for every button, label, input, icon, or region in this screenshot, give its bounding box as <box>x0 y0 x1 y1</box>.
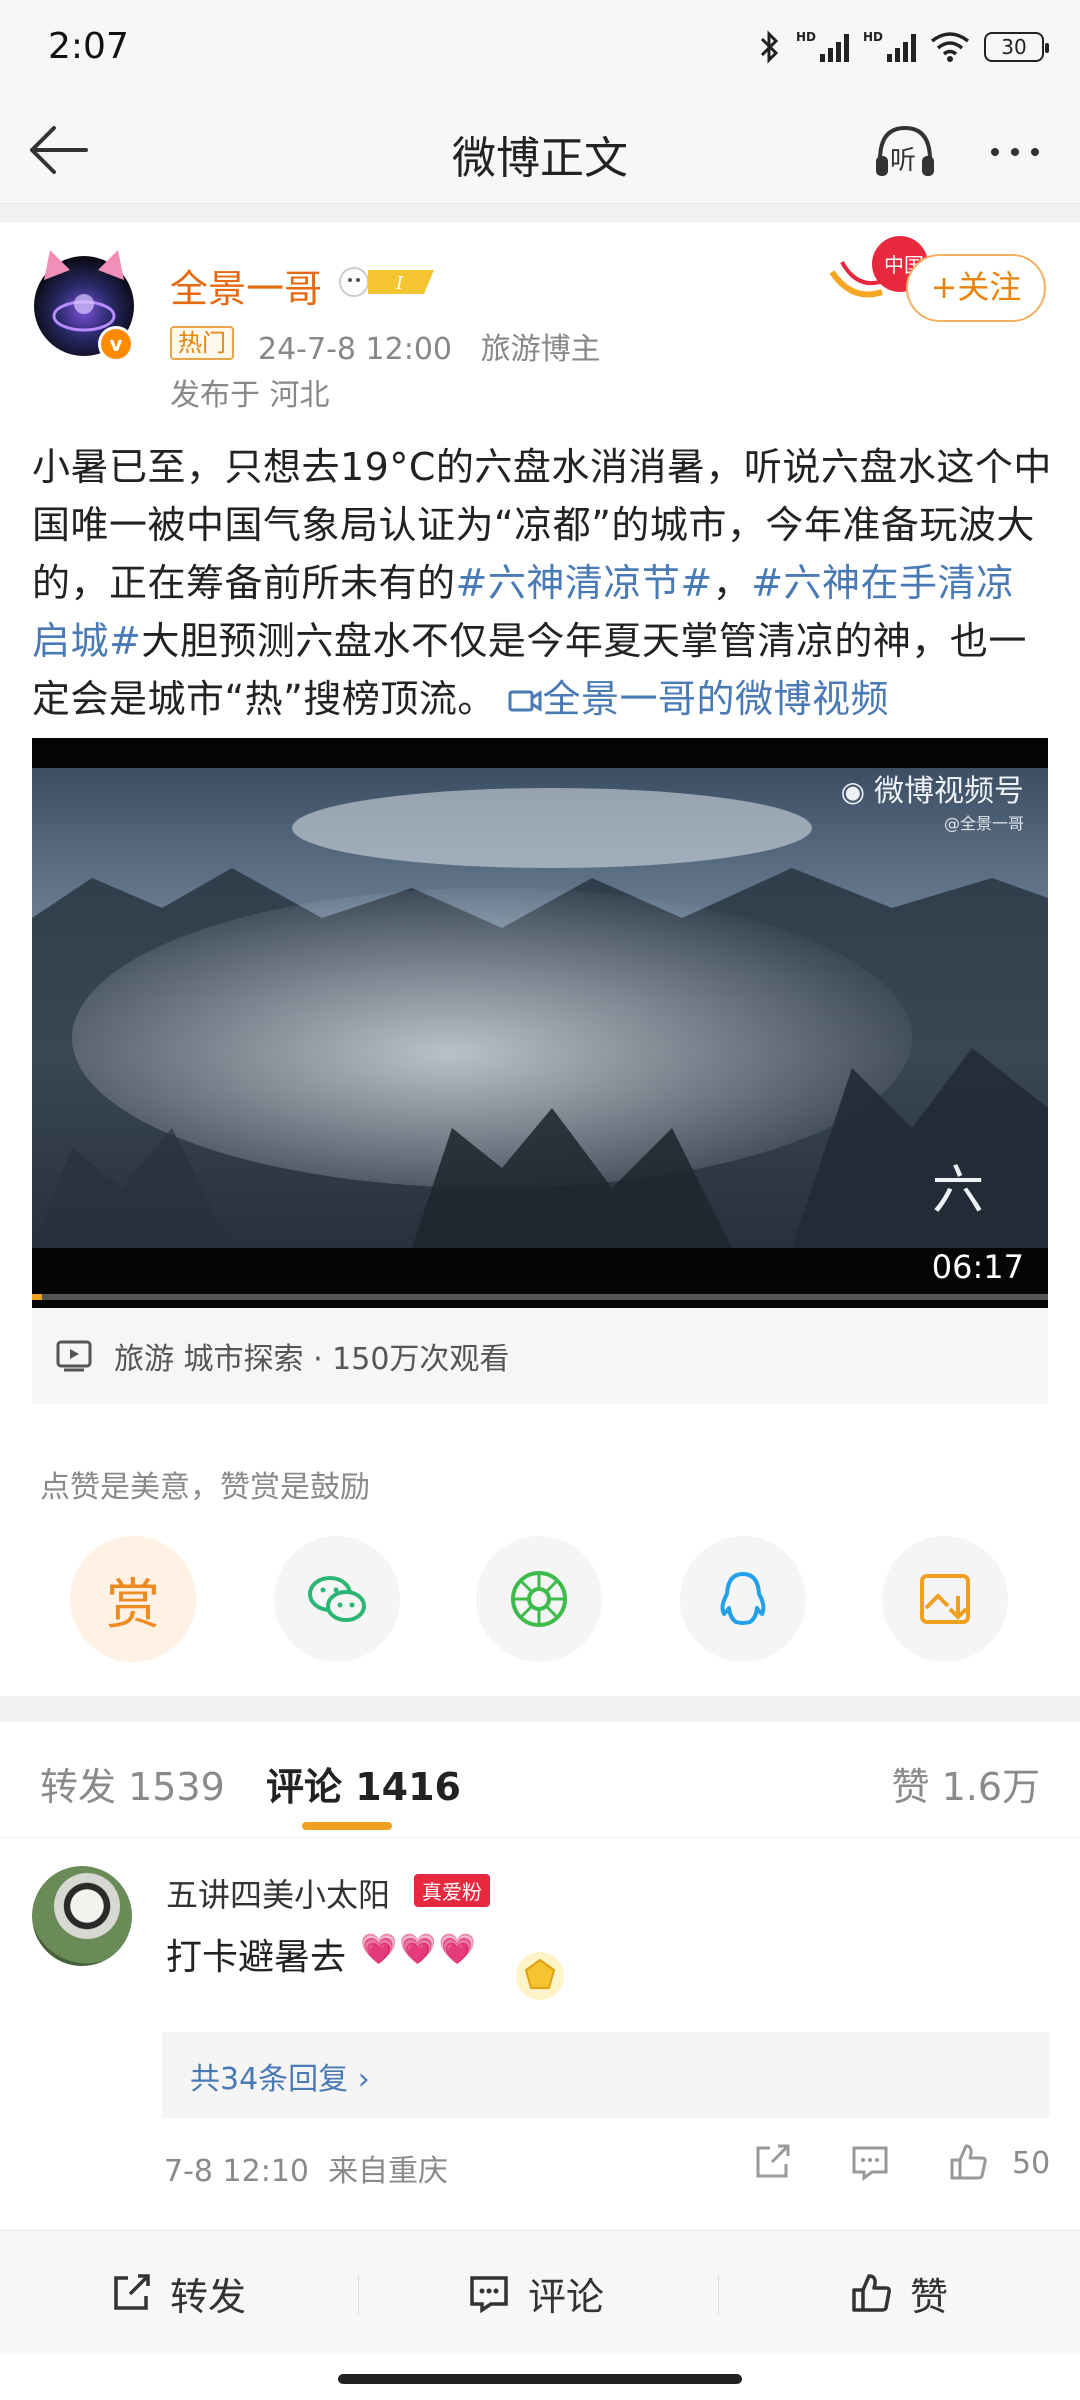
comment-text: 打卡避暑去 <box>166 1937 347 1978</box>
video-info-text: 旅游 城市探索 · 150万次观看 <box>114 1342 510 1377</box>
listen-label: 听 <box>890 146 917 176</box>
follow-button[interactable]: +关注 <box>906 254 1046 322</box>
watermark-label: 微博视频号 <box>874 774 1024 809</box>
video-link[interactable]: 全景一哥的微博视频 <box>508 677 889 721</box>
video-info-icon <box>56 1340 92 1372</box>
comment-icon <box>470 2276 508 2314</box>
reward-caption: 点赞是美意，赞赏是鼓励 <box>40 1470 370 1505</box>
post-meta: 24-7-8 12:00 旅游博主 <box>258 332 601 367</box>
member-medal-icon: I <box>339 267 434 297</box>
home-indicator[interactable] <box>338 2374 742 2384</box>
post-body: 小暑已至，只想去19°C的六盘水消消暑，听说六盘水这个中国唯一被中国气象局认证为… <box>32 438 1052 728</box>
share-wechat-button[interactable] <box>274 1536 400 1662</box>
repost-label: 转发 <box>170 2274 247 2319</box>
moments-icon <box>511 1571 567 1627</box>
hashtag-link[interactable]: #六神清凉节# <box>456 561 713 605</box>
share-qq-button[interactable] <box>680 1536 806 1662</box>
tab-repost[interactable]: 转发 1539 <box>40 1756 225 1811</box>
wechat-icon <box>308 1576 366 1622</box>
more-options-button[interactable] <box>980 132 1050 172</box>
reward-icon: 赏 <box>106 1572 160 1636</box>
video-link-icon <box>508 690 542 712</box>
dot-icon <box>1011 148 1019 156</box>
signal-icon <box>887 32 916 62</box>
divider <box>718 2275 719 2315</box>
comment-meta: 7-8 12:10 来自重庆 <box>164 2154 449 2189</box>
tab-like[interactable]: 赞 1.6万 <box>891 1756 1040 1811</box>
divider <box>0 1696 1080 1722</box>
listen-button[interactable]: 听 <box>870 116 940 186</box>
repost-button[interactable]: 转发 <box>108 2263 246 2323</box>
wifi-icon <box>930 32 970 62</box>
dot-icon <box>1031 148 1039 156</box>
commenter-avatar[interactable] <box>32 1866 132 1966</box>
qq-icon <box>720 1572 766 1625</box>
svg-text:六: 六 <box>932 1161 984 1221</box>
video-watermark: ◉ 微博视频号 @全景一哥 <box>841 766 1024 834</box>
comment-share-icon[interactable] <box>750 2140 794 2184</box>
video-thumbnail: 六 <box>32 768 1048 1248</box>
like-button[interactable]: 赞 <box>848 2263 948 2323</box>
hd-icon: HD <box>795 30 816 44</box>
reward-button[interactable]: 赏 <box>70 1536 196 1662</box>
svg-text:I: I <box>395 273 404 294</box>
save-image-button[interactable] <box>882 1536 1008 1662</box>
comment-medal-icon <box>516 1952 564 2000</box>
heart-emoji-icon: 💗💗💗 <box>360 1932 479 1967</box>
weibo-logo-icon: ◉ <box>840 775 874 808</box>
comment-label: 评论 <box>528 2274 605 2319</box>
status-bar: 2:07 HD HD 30 <box>0 0 1080 96</box>
comment-reply-icon[interactable] <box>848 2140 892 2184</box>
post-location: 发布于 河北 <box>170 378 330 413</box>
tab-active-indicator <box>302 1822 392 1830</box>
dot-icon <box>991 148 999 156</box>
hot-tag: 热门 <box>170 326 234 360</box>
bottom-action-bar: 转发 评论 赞 <box>0 2230 1080 2354</box>
interaction-tabs: 转发 1539 评论 1416 赞 1.6万 <box>0 1722 1080 1838</box>
video-duration: 06:17 <box>931 1248 1024 1286</box>
watermark-sub: @全景一哥 <box>943 814 1024 833</box>
video-info-bar: 旅游 城市探索 · 150万次观看 <box>32 1308 1048 1404</box>
video-link-label: 全景一哥的微博视频 <box>542 677 889 721</box>
video-progress-bar[interactable] <box>32 1294 1048 1300</box>
divider <box>0 204 1080 222</box>
share-moments-button[interactable] <box>476 1536 602 1662</box>
reply-summary[interactable]: 共34条回复 › <box>162 2032 1050 2118</box>
fan-badge: 真爱粉 <box>414 1874 490 1907</box>
tab-comment[interactable]: 评论 1416 <box>266 1756 461 1811</box>
like-icon <box>852 2274 891 2312</box>
signal-icon <box>819 32 849 62</box>
post-text: ， <box>712 561 752 605</box>
verified-badge-icon: v <box>98 326 134 362</box>
video-progress-fill <box>32 1294 43 1300</box>
comment-actions: 50 <box>750 2140 1050 2190</box>
divider <box>358 2275 359 2315</box>
hd-icon: HD <box>862 30 883 44</box>
nav-bar: 微博正文 听 <box>0 96 1080 204</box>
like-label: 赞 <box>910 2274 949 2319</box>
share-row: 赏 <box>0 1536 1080 1664</box>
repost-icon <box>114 2274 150 2310</box>
video-player[interactable]: 六 ◉ 微博视频号 @全景一哥 06:17 <box>32 738 1048 1308</box>
save-image-icon <box>920 1574 970 1624</box>
author-name[interactable]: 全景一哥 <box>170 258 322 313</box>
status-time: 2:07 <box>48 26 129 67</box>
comment-like-icon[interactable] <box>946 2140 990 2184</box>
comment-like-count: 50 <box>1012 2146 1051 2181</box>
bluetooth-icon <box>760 30 779 64</box>
battery-icon: 30 <box>984 32 1049 62</box>
status-icons: HD HD 30 <box>758 30 1049 64</box>
commenter-name[interactable]: 五讲四美小太阳 <box>166 1870 390 1916</box>
comment-button[interactable]: 评论 <box>466 2263 604 2323</box>
view-replies-link[interactable]: 共34条回复 › <box>190 2054 370 2098</box>
